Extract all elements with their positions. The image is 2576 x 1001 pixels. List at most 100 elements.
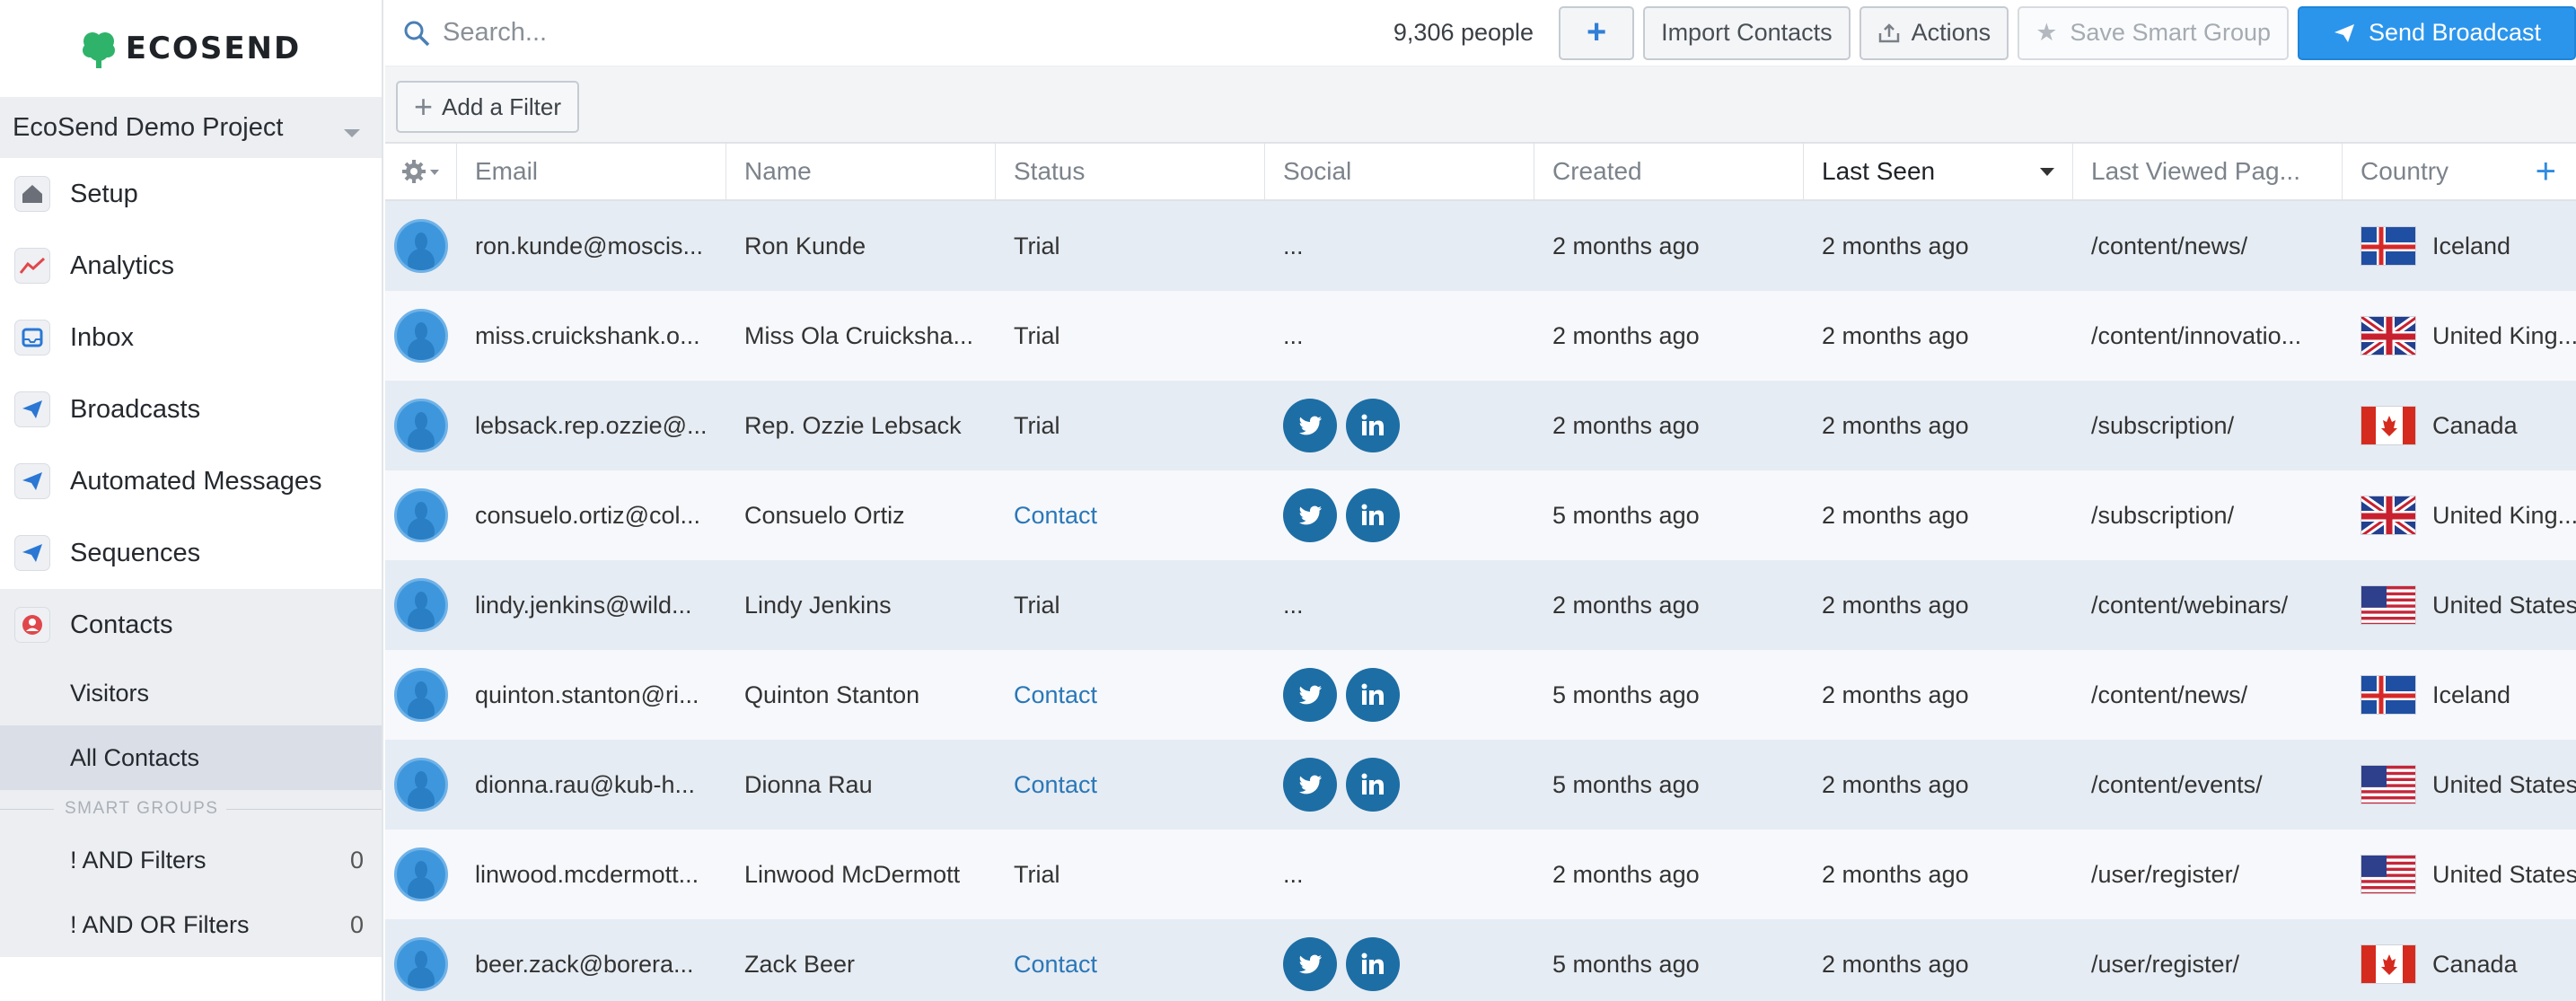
sidebar: ECOSEND EcoSend Demo Project Setup Analy… xyxy=(0,0,383,1001)
table-row[interactable]: quinton.stanton@ri... Quinton Stanton Cont… xyxy=(385,650,2576,740)
search-input[interactable] xyxy=(443,18,1071,48)
table-row[interactable]: ron.kunde@moscis... Ron Kunde Trial... 2 mo… xyxy=(385,201,2576,291)
column-header-created[interactable]: Created xyxy=(1534,144,1804,199)
caret-down-icon xyxy=(344,128,360,137)
created-cell: 2 months ago xyxy=(1552,860,1700,888)
social-empty: ... xyxy=(1283,232,1304,259)
country-cell: Iceland xyxy=(2343,201,2576,291)
table-row[interactable]: beer.zack@borera... Zack Beer Contact 5 mon… xyxy=(385,919,2576,1001)
sidebar-item-visitors[interactable]: Visitors xyxy=(0,661,382,725)
sidebar-item-all-contacts[interactable]: All Contacts xyxy=(0,725,382,790)
smart-group-label: ! AND OR Filters xyxy=(70,910,250,938)
avatar-cell xyxy=(385,381,457,470)
sidebar-item-broadcasts[interactable]: Broadcasts xyxy=(0,373,382,445)
created-cell: 5 months ago xyxy=(1552,770,1700,798)
table-row[interactable]: lebsack.rep.ozzie@... Rep. Ozzie Lebsack T… xyxy=(385,381,2576,470)
table-row[interactable]: miss.cruickshank.o... Miss Ola Cruicksha.… xyxy=(385,291,2576,381)
column-header-country[interactable]: Country + xyxy=(2343,144,2576,199)
column-header-social[interactable]: Social xyxy=(1265,144,1534,199)
social-cell: ... xyxy=(1265,560,1534,650)
country-cell: United King... xyxy=(2343,291,2576,381)
smart-group-label: ! AND Filters xyxy=(70,846,207,874)
twitter-icon[interactable] xyxy=(1283,758,1337,812)
sidebar-item-label: Contacts xyxy=(70,610,173,639)
column-header-name[interactable]: Name xyxy=(726,144,996,199)
last-seen-cell: 2 months ago xyxy=(1822,321,1969,349)
table-row[interactable]: linwood.mcdermott... Linwood McDermott Tri… xyxy=(385,830,2576,919)
email-cell: linwood.mcdermott... xyxy=(475,860,699,888)
twitter-icon[interactable] xyxy=(1283,937,1337,991)
linkedin-icon[interactable] xyxy=(1346,758,1400,812)
email-cell: ron.kunde@moscis... xyxy=(475,232,704,259)
column-header-last-viewed-page[interactable]: Last Viewed Pag... xyxy=(2073,144,2343,199)
country-cell: United States xyxy=(2343,830,2576,919)
table-row[interactable]: consuelo.ortiz@col... Consuelo Ortiz Conta… xyxy=(385,470,2576,560)
add-filter-button[interactable]: + Add a Filter xyxy=(396,81,579,133)
flag-icon xyxy=(2361,675,2416,715)
column-header-status[interactable]: Status xyxy=(996,144,1265,199)
send-broadcast-button[interactable]: Send Broadcast xyxy=(2298,5,2576,60)
home-icon xyxy=(14,176,50,212)
column-settings-button[interactable] xyxy=(385,144,457,199)
filter-bar: + Add a Filter xyxy=(385,66,2576,144)
sidebar-item-analytics[interactable]: Analytics xyxy=(0,230,382,302)
sidebar-item-automated-messages[interactable]: Automated Messages xyxy=(0,445,382,517)
last-viewed-page-cell: /content/events/ xyxy=(2091,770,2263,798)
social-cell: ... xyxy=(1265,291,1534,381)
linkedin-icon[interactable] xyxy=(1346,488,1400,542)
sidebar-item-setup[interactable]: Setup xyxy=(0,158,382,230)
sidebar-item-sequences[interactable]: Sequences xyxy=(0,517,382,589)
save-smart-group-button[interactable]: ★ Save Smart Group xyxy=(2018,5,2289,60)
main-nav: Setup Analytics Inbox Broadcasts Automat… xyxy=(0,158,382,661)
social-cell xyxy=(1265,381,1534,470)
twitter-icon[interactable] xyxy=(1283,399,1337,452)
linkedin-icon[interactable] xyxy=(1346,399,1400,452)
table-row[interactable]: dionna.rau@kub-h... Dionna Rau Contact 5 mo… xyxy=(385,740,2576,830)
email-cell: lebsack.rep.ozzie@... xyxy=(475,411,708,439)
import-contacts-button[interactable]: Import Contacts xyxy=(1643,5,1851,60)
sidebar-item-inbox[interactable]: Inbox xyxy=(0,302,382,373)
country-cell: United States xyxy=(2343,740,2576,830)
avatar xyxy=(394,488,448,542)
twitter-icon[interactable] xyxy=(1283,668,1337,722)
avatar xyxy=(394,758,448,812)
created-cell: 5 months ago xyxy=(1552,681,1700,708)
twitter-icon[interactable] xyxy=(1283,488,1337,542)
add-contact-button[interactable]: + xyxy=(1559,5,1635,60)
sidebar-item-label: Sequences xyxy=(70,538,201,567)
country-cell: Canada xyxy=(2343,381,2576,470)
paper-plane-icon xyxy=(14,463,50,499)
column-header-email[interactable]: Email xyxy=(457,144,726,199)
sidebar-item-label: Inbox xyxy=(70,322,134,352)
project-name: EcoSend Demo Project xyxy=(13,112,284,142)
column-header-last-seen[interactable]: Last Seen xyxy=(1804,144,2073,199)
country-name: United States xyxy=(2432,591,2576,619)
smart-group-count: 0 xyxy=(349,910,364,938)
last-viewed-page-cell: /user/register/ xyxy=(2091,950,2240,978)
gear-icon xyxy=(401,160,439,183)
actions-button[interactable]: Actions xyxy=(1859,5,2009,60)
flag-icon xyxy=(2361,406,2416,445)
sidebar-item-contacts[interactable]: Contacts xyxy=(0,589,382,661)
social-cell xyxy=(1265,470,1534,560)
actions-label: Actions xyxy=(1911,19,1991,46)
social-cell xyxy=(1265,740,1534,830)
status-cell: Trial xyxy=(1014,232,1060,259)
last-seen-cell: 2 months ago xyxy=(1822,232,1969,259)
plus-icon: + xyxy=(414,88,434,125)
smart-group-item[interactable]: ! AND Filters 0 xyxy=(0,828,382,892)
table-row[interactable]: lindy.jenkins@wild... Lindy Jenkins Trial.… xyxy=(385,560,2576,650)
country-name: Canada xyxy=(2432,411,2518,439)
smart-groups-header: SMART GROUPS xyxy=(0,790,382,828)
last-seen-cell: 2 months ago xyxy=(1822,770,1969,798)
avatar xyxy=(394,847,448,901)
smart-group-item[interactable]: ! AND OR Filters 0 xyxy=(0,892,382,957)
linkedin-icon[interactable] xyxy=(1346,668,1400,722)
project-selector[interactable]: EcoSend Demo Project xyxy=(0,97,382,158)
flag-icon xyxy=(2361,585,2416,625)
social-cell xyxy=(1265,650,1534,740)
add-column-icon[interactable]: + xyxy=(2536,154,2556,189)
brand-logo[interactable]: ECOSEND xyxy=(0,0,382,97)
country-cell: United King... xyxy=(2343,470,2576,560)
linkedin-icon[interactable] xyxy=(1346,937,1400,991)
